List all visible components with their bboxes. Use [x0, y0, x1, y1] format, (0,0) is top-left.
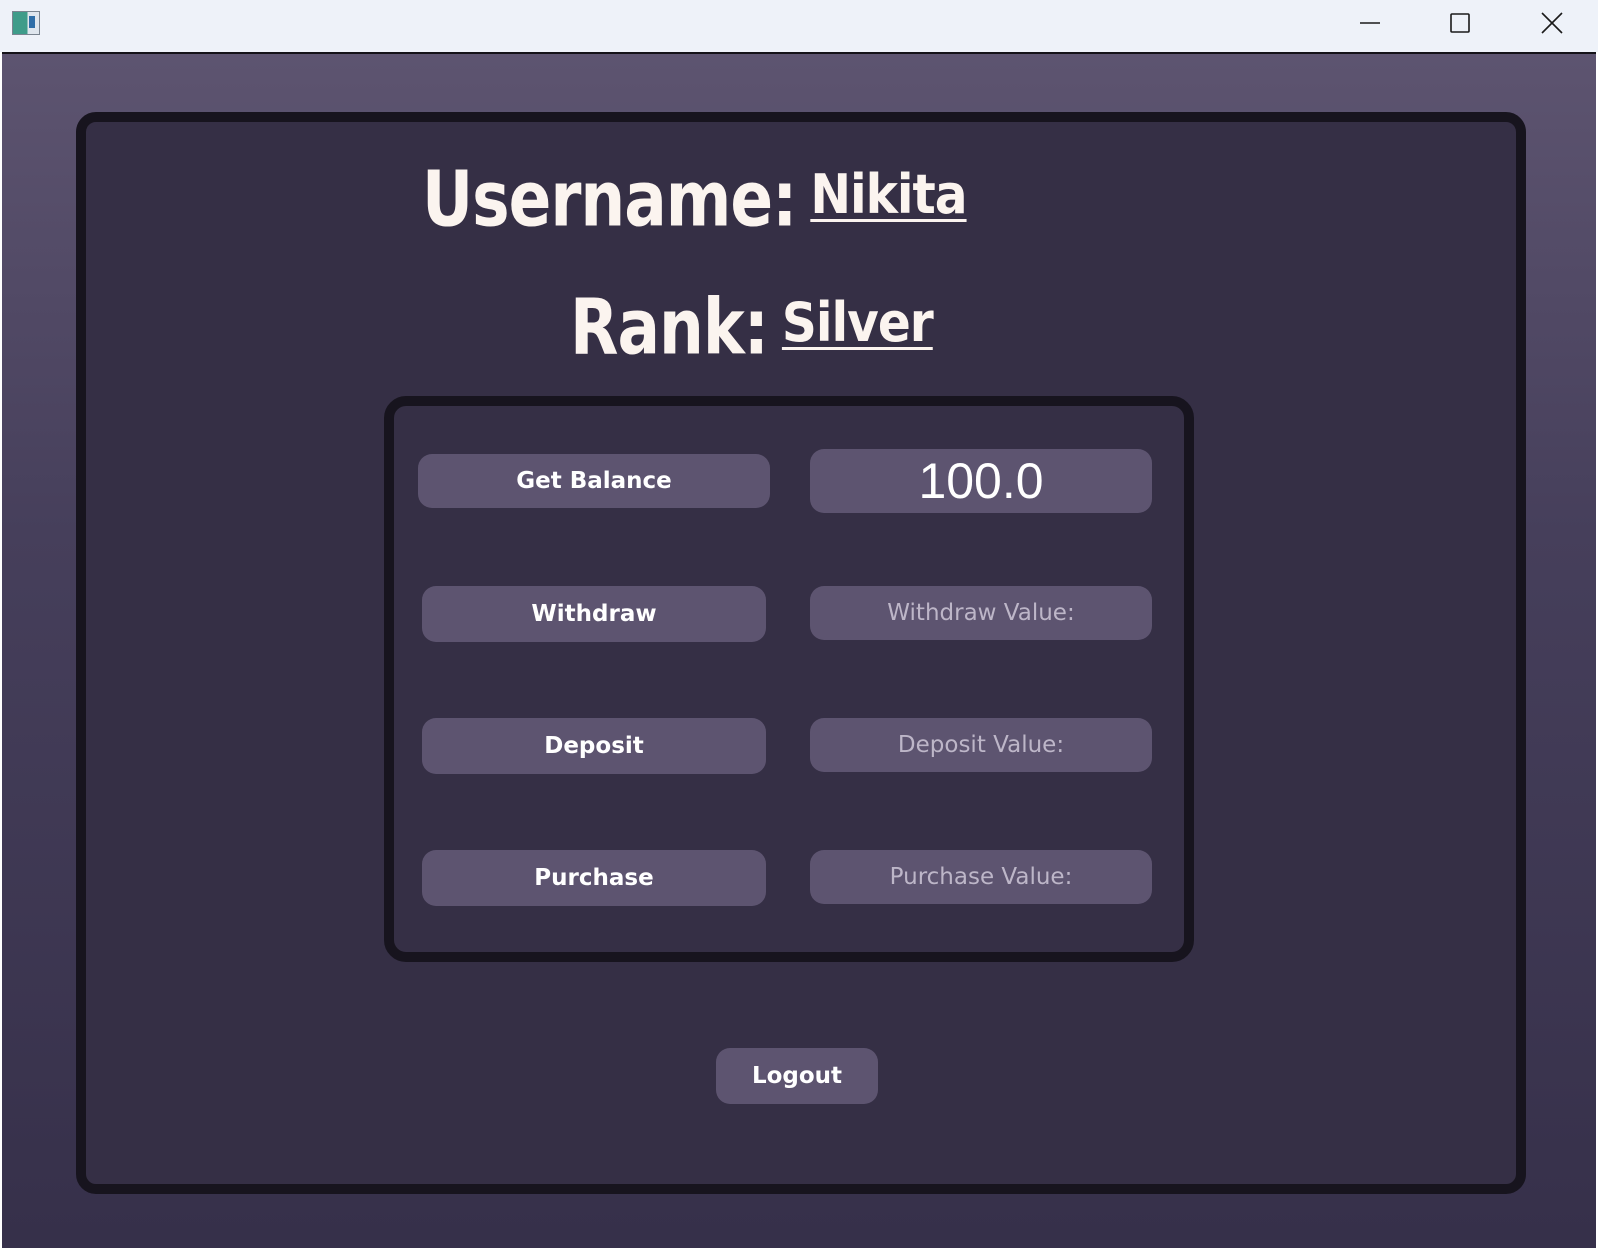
maximize-icon	[1450, 13, 1470, 33]
close-icon	[1541, 12, 1563, 34]
withdraw-button[interactable]: Withdraw	[422, 586, 766, 642]
minimize-button[interactable]	[1324, 0, 1416, 46]
deposit-value-field[interactable]	[810, 718, 1152, 772]
username-label: Username:	[422, 153, 797, 244]
window-body: Username: Nikita Rank: Silver Get Balanc…	[2, 52, 1596, 1248]
rank-line: Rank: Silver	[570, 282, 934, 372]
app-icon	[12, 11, 40, 35]
action-panel: Get Balance 100.0 Withdraw Deposit Purch…	[384, 396, 1194, 962]
withdraw-value-input[interactable]	[810, 586, 1152, 640]
purchase-button[interactable]: Purchase	[422, 850, 766, 906]
balance-display: 100.0	[810, 449, 1152, 513]
deposit-value-input[interactable]	[810, 718, 1152, 772]
rank-value: Silver	[781, 291, 934, 354]
withdraw-value-field[interactable]	[810, 586, 1152, 640]
rank-label: Rank:	[570, 281, 769, 372]
get-balance-button[interactable]: Get Balance	[418, 454, 770, 508]
logout-button[interactable]: Logout	[716, 1048, 878, 1104]
deposit-button[interactable]: Deposit	[422, 718, 766, 774]
close-button[interactable]	[1506, 0, 1598, 46]
username-value: Nikita	[810, 163, 967, 226]
purchase-value-field[interactable]	[810, 850, 1152, 904]
title-bar	[0, 0, 1598, 52]
purchase-value-input[interactable]	[810, 850, 1152, 904]
minimize-icon	[1360, 22, 1380, 24]
main-panel: Username: Nikita Rank: Silver Get Balanc…	[76, 112, 1526, 1194]
username-line: Username: Nikita	[422, 154, 968, 244]
maximize-button[interactable]	[1414, 0, 1506, 46]
